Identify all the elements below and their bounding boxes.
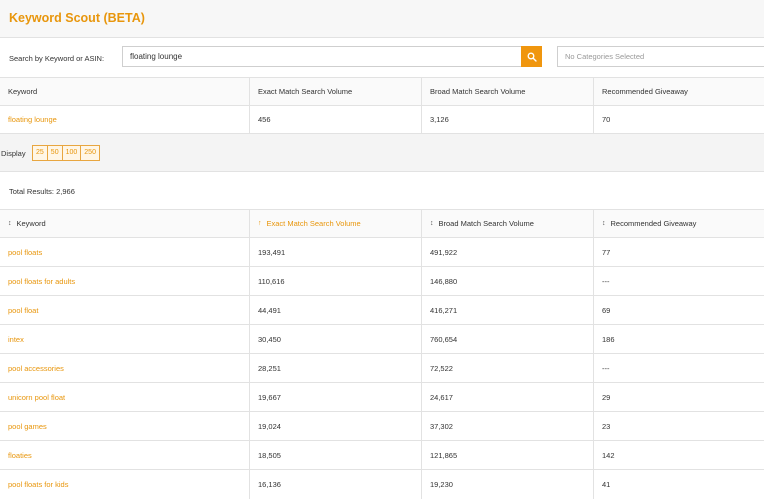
exact-volume: 44,491 <box>250 296 422 324</box>
table-row: pool float 44,491 416,271 69 <box>0 296 764 325</box>
display-bar: Display <box>0 134 764 172</box>
keyword-link[interactable]: pool float <box>0 296 250 324</box>
search-bar: Search by Keyword or ASIN: No Categories… <box>0 38 764 78</box>
column-header-label: Broad Match Search Volume <box>438 219 534 228</box>
broad-volume: 72,522 <box>422 354 594 382</box>
exact-volume: 110,616 <box>250 267 422 295</box>
sort-ascending-icon: ↑ <box>258 220 262 227</box>
broad-volume: 121,865 <box>422 441 594 469</box>
exact-volume: 16,136 <box>250 470 422 499</box>
recommended-giveaway: 77 <box>602 247 611 257</box>
total-results: Total Results: 2,966 <box>9 187 75 196</box>
page-size-25[interactable]: 25 <box>33 146 48 160</box>
summary-exact-value: 456 <box>250 106 422 133</box>
summary-header-broad: Broad Match Search Volume <box>422 78 594 105</box>
exact-volume: 19,667 <box>250 383 422 411</box>
broad-volume: 37,302 <box>422 412 594 440</box>
summary-header-giveaway: Recommended Giveaway <box>602 87 688 96</box>
table-row: pool floats 193,491 491,922 77 <box>0 238 764 267</box>
broad-volume: 146,880 <box>422 267 594 295</box>
summary-table-header: Keyword Exact Match Search Volume Broad … <box>0 78 764 106</box>
keyword-link[interactable]: pool floats for adults <box>0 267 250 295</box>
table-row: intex 30,450 760,654 186 <box>0 325 764 354</box>
exact-volume: 18,505 <box>250 441 422 469</box>
table-row: unicorn pool float 19,667 24,617 29 <box>0 383 764 412</box>
summary-giveaway-value: 70 <box>602 115 611 124</box>
keyword-link[interactable]: pool accessories <box>0 354 250 382</box>
sort-icon: ↕ <box>8 220 12 227</box>
keyword-link[interactable]: pool games <box>0 412 250 440</box>
recommended-giveaway: 29 <box>602 392 611 402</box>
page-size-50[interactable]: 50 <box>48 146 63 160</box>
summary-header-exact: Exact Match Search Volume <box>250 78 422 105</box>
page-title: Keyword Scout (BETA) <box>9 11 145 25</box>
page-size-250[interactable]: 250 <box>81 146 99 160</box>
results-table-header: ↕ Keyword ↑ Exact Match Search Volume ↕ … <box>0 210 764 238</box>
summary-row: floating lounge 456 3,126 70 <box>0 106 764 134</box>
table-row: floaties 18,505 121,865 142 <box>0 441 764 470</box>
sort-icon: ↕ <box>602 220 606 227</box>
keyword-link[interactable]: unicorn pool float <box>0 383 250 411</box>
table-row: pool floats for adults 110,616 146,880 -… <box>0 267 764 296</box>
broad-volume: 491,922 <box>422 238 594 266</box>
exact-volume: 30,450 <box>250 325 422 353</box>
column-header-broad[interactable]: ↕ Broad Match Search Volume <box>422 210 594 237</box>
recommended-giveaway: 41 <box>602 480 611 489</box>
exact-volume: 28,251 <box>250 354 422 382</box>
summary-keyword-link[interactable]: floating lounge <box>0 106 250 133</box>
broad-volume: 760,654 <box>422 325 594 353</box>
recommended-giveaway: --- <box>602 276 610 286</box>
category-select[interactable]: No Categories Selected <box>557 46 764 67</box>
page-size-selector: 25 50 100 250 <box>32 145 100 161</box>
summary-broad-value: 3,126 <box>422 106 594 133</box>
sort-icon: ↕ <box>430 220 434 227</box>
recommended-giveaway: 186 <box>602 334 615 344</box>
column-header-keyword[interactable]: ↕ Keyword <box>0 210 250 237</box>
recommended-giveaway: 69 <box>602 305 611 315</box>
column-header-label: Keyword <box>16 219 46 228</box>
search-button[interactable] <box>521 46 542 67</box>
search-label: Search by Keyword or ASIN: <box>9 54 105 63</box>
search-input[interactable] <box>122 46 522 67</box>
page-header: Keyword Scout (BETA) <box>0 0 764 38</box>
column-header-exact[interactable]: ↑ Exact Match Search Volume <box>250 210 422 237</box>
recommended-giveaway: --- <box>602 363 610 373</box>
column-header-label: Recommended Giveaway <box>610 219 697 228</box>
search-icon <box>527 52 537 62</box>
results-bar: Total Results: 2,966 <box>0 172 764 210</box>
column-header-label: Exact Match Search Volume <box>266 219 361 228</box>
display-label: Display <box>1 149 26 158</box>
broad-volume: 19,230 <box>422 470 594 499</box>
broad-volume: 416,271 <box>422 296 594 324</box>
summary-header-keyword: Keyword <box>0 78 250 105</box>
exact-volume: 193,491 <box>250 238 422 266</box>
table-row: pool floats for kids 16,136 19,230 41 <box>0 470 764 499</box>
table-row: pool accessories 28,251 72,522 --- <box>0 354 764 383</box>
keyword-link[interactable]: intex <box>0 325 250 353</box>
column-header-giveaway[interactable]: ↕ Recommended Giveaway <box>594 210 764 237</box>
page-size-100[interactable]: 100 <box>63 146 82 160</box>
keyword-link[interactable]: floaties <box>0 441 250 469</box>
recommended-giveaway: 142 <box>602 450 615 460</box>
keyword-link[interactable]: pool floats for kids <box>0 470 250 499</box>
broad-volume: 24,617 <box>422 383 594 411</box>
exact-volume: 19,024 <box>250 412 422 440</box>
keyword-link[interactable]: pool floats <box>0 238 250 266</box>
recommended-giveaway: 23 <box>602 421 611 431</box>
table-row: pool games 19,024 37,302 23 <box>0 412 764 441</box>
